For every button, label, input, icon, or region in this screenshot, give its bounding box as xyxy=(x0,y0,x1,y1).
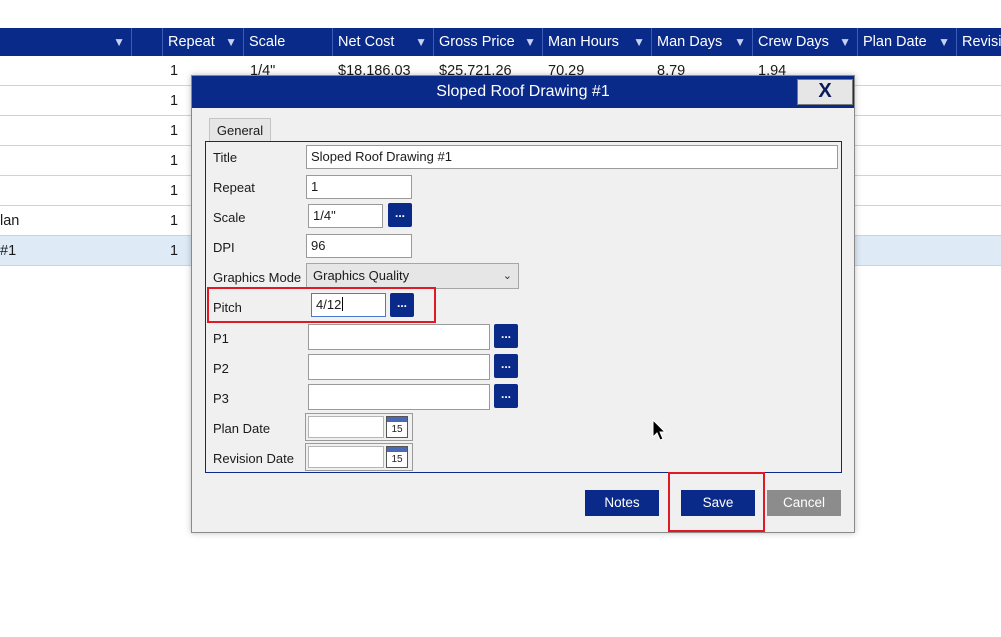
calendar-icon[interactable]: 15 xyxy=(386,446,408,468)
repeat-label: Repeat xyxy=(213,180,255,195)
column-header-man-days[interactable]: Man Days ▼ xyxy=(652,28,753,56)
close-button[interactable]: X xyxy=(797,79,853,105)
mouse-pointer-icon xyxy=(652,419,667,441)
filter-icon[interactable]: ▼ xyxy=(633,28,645,56)
scale-ellipsis-button[interactable]: ... xyxy=(388,203,412,227)
graphics-mode-label: Graphics Mode xyxy=(213,270,302,285)
p3-field[interactable] xyxy=(308,384,490,410)
cell-repeat: 1 xyxy=(170,63,179,79)
cell-repeat: 1 xyxy=(170,183,179,199)
cell-repeat: 1 xyxy=(170,213,179,229)
plan-date-picker: 15 xyxy=(305,413,413,441)
p1-field[interactable] xyxy=(308,324,490,350)
filter-icon[interactable]: ▼ xyxy=(524,28,536,56)
column-header-gross-price[interactable]: Gross Price ▼ xyxy=(434,28,543,56)
column-header-crew-days[interactable]: Crew Days ▼ xyxy=(753,28,858,56)
cell-name: #1 xyxy=(0,243,17,259)
column-header-man-hours[interactable]: Man Hours ▼ xyxy=(543,28,652,56)
column-header-plan-date[interactable]: Plan Date ▼ xyxy=(858,28,957,56)
cell-repeat: 1 xyxy=(170,93,179,109)
scale-label: Scale xyxy=(213,210,246,225)
column-header-repeat[interactable]: Repeat ▼ xyxy=(163,28,244,56)
column-header-name[interactable]: ▼ xyxy=(0,28,132,56)
cell-name: lan xyxy=(0,213,20,229)
column-header-revision[interactable]: Revisi xyxy=(957,28,1001,56)
column-header-blank[interactable] xyxy=(132,28,163,56)
chevron-down-icon: ⌄ xyxy=(502,270,512,282)
pitch-label: Pitch xyxy=(213,300,242,315)
cell-repeat: 1 xyxy=(170,123,179,139)
plan-date-field[interactable] xyxy=(308,416,384,438)
p3-ellipsis-button[interactable]: ... xyxy=(494,384,518,408)
repeat-field[interactable]: 1 xyxy=(306,175,412,199)
sloped-roof-dialog: Sloped Roof Drawing #1 X General Title S… xyxy=(191,75,855,533)
p3-label: P3 xyxy=(213,391,229,406)
dpi-field[interactable]: 96 xyxy=(306,234,412,258)
graphics-mode-select[interactable]: Graphics Quality ⌄ xyxy=(306,263,519,289)
cell-repeat: 1 xyxy=(170,243,179,259)
filter-icon[interactable]: ▼ xyxy=(225,28,237,56)
pitch-ellipsis-button[interactable]: ... xyxy=(390,293,414,317)
revision-date-field[interactable] xyxy=(308,446,384,468)
scale-field[interactable]: 1/4" xyxy=(308,204,383,228)
cell-repeat: 1 xyxy=(170,153,179,169)
column-header-scale[interactable]: Scale xyxy=(244,28,333,56)
p2-label: P2 xyxy=(213,361,229,376)
filter-icon[interactable]: ▼ xyxy=(113,28,125,56)
column-header-net-cost[interactable]: Net Cost ▼ xyxy=(333,28,434,56)
general-panel: Title Sloped Roof Drawing #1 Repeat 1 Sc… xyxy=(205,141,842,473)
filter-icon[interactable]: ▼ xyxy=(938,28,950,56)
dpi-label: DPI xyxy=(213,240,235,255)
text-caret xyxy=(342,297,344,311)
revision-date-picker: 15 xyxy=(305,443,413,471)
save-button[interactable]: Save xyxy=(681,490,755,516)
calendar-icon[interactable]: 15 xyxy=(386,416,408,438)
notes-button[interactable]: Notes xyxy=(585,490,659,516)
grid-header: ▼ Repeat ▼ Scale Net Cost ▼ Gross Price … xyxy=(0,28,1001,56)
dialog-title: Sloped Roof Drawing #1 xyxy=(192,76,854,108)
cancel-button[interactable]: Cancel xyxy=(767,490,841,516)
pitch-field[interactable]: 4/12 xyxy=(311,293,386,317)
filter-icon[interactable]: ▼ xyxy=(839,28,851,56)
tab-general[interactable]: General xyxy=(209,118,271,142)
p1-label: P1 xyxy=(213,331,229,346)
title-label: Title xyxy=(213,150,238,165)
filter-icon[interactable]: ▼ xyxy=(734,28,746,56)
plan-date-label: Plan Date xyxy=(213,421,271,436)
filter-icon[interactable]: ▼ xyxy=(415,28,427,56)
p2-ellipsis-button[interactable]: ... xyxy=(494,354,518,378)
p2-field[interactable] xyxy=(308,354,490,380)
revision-date-label: Revision Date xyxy=(213,451,294,466)
p1-ellipsis-button[interactable]: ... xyxy=(494,324,518,348)
title-field[interactable]: Sloped Roof Drawing #1 xyxy=(306,145,838,169)
graphics-mode-value: Graphics Quality xyxy=(313,268,410,283)
